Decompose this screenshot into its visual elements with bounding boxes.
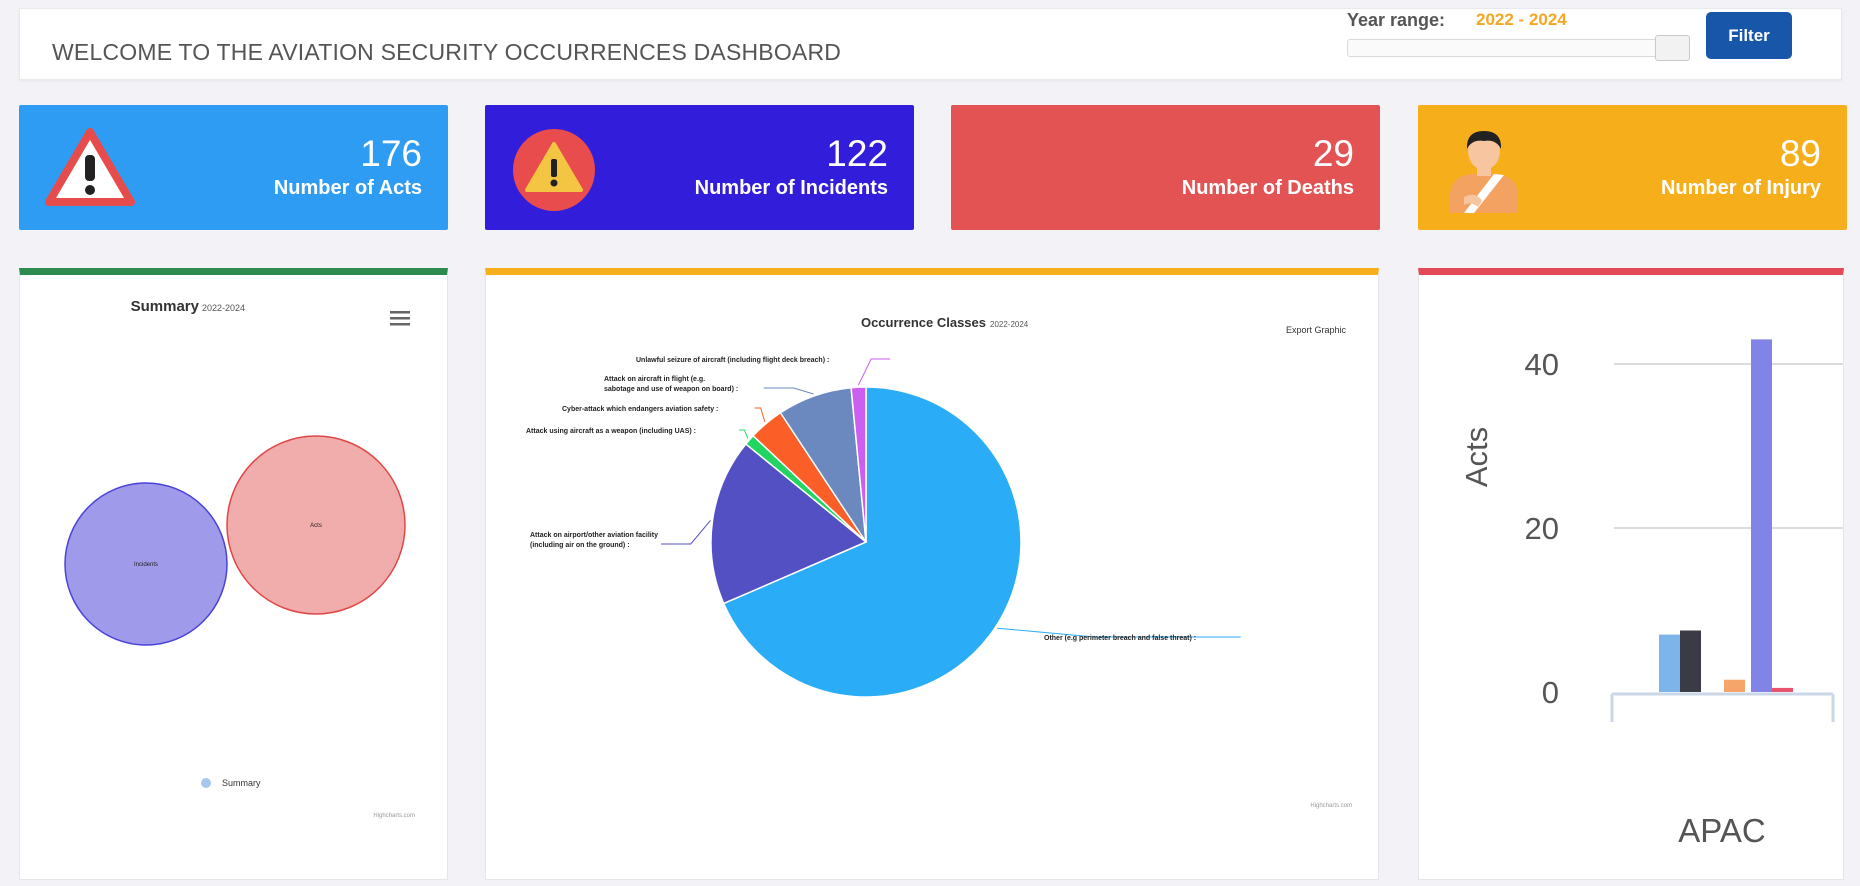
summary-title: Summary (131, 298, 200, 315)
hamburger-menu-icon[interactable] (390, 311, 410, 326)
summary-panel: Summary 2022-2024 Incidents Acts Summary… (19, 268, 448, 880)
deaths-label: Number of Deaths (1181, 177, 1354, 199)
pie-data-label: Attack using aircraft as a weapon (inclu… (526, 428, 696, 435)
bar[interactable] (1772, 687, 1793, 692)
warning-circle-icon (513, 129, 595, 211)
pie-connector (857, 358, 891, 386)
year-range-slider-handle[interactable] (1655, 35, 1690, 61)
legend-summary[interactable]: Summary (222, 778, 261, 788)
injured-person-icon (1450, 131, 1518, 213)
year-range-label: Year range: (1347, 10, 1446, 30)
pie-data-label: Attack on airport/other aviation facilit… (530, 532, 658, 549)
pie-data-label: Unlawful seizure of aircraft (including … (636, 357, 829, 364)
chart-credits[interactable]: Highcharts.com (373, 813, 415, 819)
x-axis-label-apac: APAC (1678, 812, 1765, 849)
pie-connector (739, 429, 749, 439)
year-range-value: 2022 - 2024 (1476, 10, 1567, 29)
export-graphic-button[interactable]: Export Graphic (1286, 325, 1347, 335)
pie-data-label: Attack on aircraft in flight (e.g. sabota… (604, 376, 738, 393)
summary-subtitle: 2022-2024 (202, 303, 245, 313)
incidents-count: 122 (826, 133, 888, 174)
injury-label: Number of Injury (1660, 177, 1821, 199)
incidents-label: Number of Incidents (694, 177, 888, 199)
pie-subtitle: 2022-2024 (990, 320, 1029, 329)
venn-label-incidents: Incidents (134, 562, 158, 568)
pie-connector (763, 387, 814, 395)
incidents-card: 122 Number of Incidents (485, 105, 914, 230)
pie-credits[interactable]: Highcharts.com (1310, 803, 1352, 809)
pie-data-label: Cyber-attack which endangers aviation sa… (562, 406, 718, 413)
y-tick-label: 40 (1525, 347, 1559, 382)
acts-count: 176 (360, 133, 422, 174)
bar[interactable] (1680, 630, 1701, 693)
filter-button[interactable]: Filter (1706, 12, 1792, 59)
pie-connector (661, 520, 711, 545)
venn-label-acts: Acts (310, 523, 322, 529)
acts-by-region-panel: Acts 40 20 0 APAC (1418, 268, 1844, 880)
injury-count: 89 (1779, 133, 1821, 174)
bar[interactable] (1751, 339, 1772, 692)
bar[interactable] (1659, 634, 1680, 692)
acts-card: 176 Number of Acts (19, 105, 448, 230)
year-range-slider[interactable] (1347, 39, 1690, 57)
occurrence-classes-panel: Occurrence Classes 2022-2024 Export Grap… (485, 268, 1379, 880)
y-tick-label: 0 (1542, 675, 1559, 710)
bar[interactable] (1724, 679, 1745, 692)
pie-data-label: Other (e.g perimeter breach and false th… (1044, 635, 1196, 642)
legend-dot (201, 778, 211, 788)
deaths-count: 29 (1312, 133, 1354, 174)
warning-triangle-icon (45, 128, 135, 206)
injury-card: 89 Number of Injury (1418, 105, 1847, 230)
pie-connector (754, 407, 766, 423)
acts-label: Number of Acts (273, 177, 422, 199)
deaths-card: 29 Number of Deaths (951, 105, 1380, 230)
pie-title: Occurrence Classes (861, 315, 986, 330)
y-axis-title: Acts (1459, 427, 1494, 487)
page-title: WELCOME TO THE AVIATION SECURITY OCCURRE… (52, 39, 842, 65)
y-tick-label: 20 (1525, 511, 1559, 546)
